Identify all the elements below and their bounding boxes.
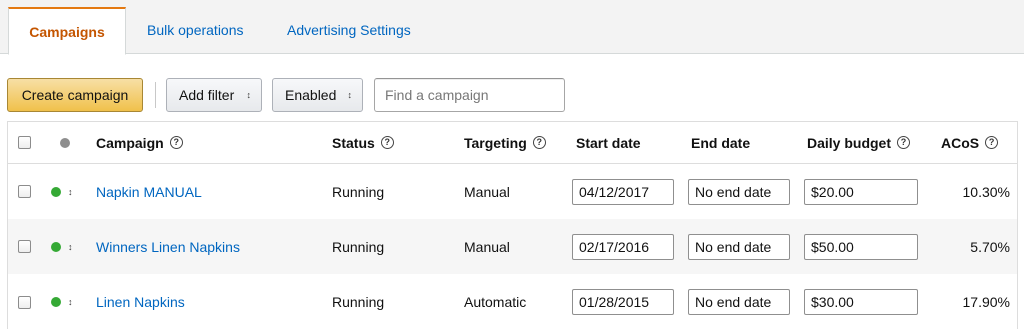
- end-date-input[interactable]: [688, 233, 790, 260]
- select-all-cell: [18, 122, 31, 163]
- campaign-status: Running: [332, 294, 385, 310]
- sort-updown-icon: ↕: [246, 90, 252, 100]
- column-end-date[interactable]: End date: [691, 122, 750, 163]
- updown-arrow-icon: ↕: [68, 241, 73, 252]
- daily-budget-input[interactable]: [804, 233, 918, 260]
- campaign-targeting: Manual: [464, 238, 510, 255]
- acos-value: 17.90%: [962, 294, 1010, 310]
- start-date-cell: [572, 219, 674, 274]
- campaign-name-link[interactable]: Napkin MANUAL: [96, 164, 202, 219]
- row-select-cell: [18, 219, 31, 274]
- campaign-targeting: Automatic: [464, 294, 527, 310]
- row-status-toggle[interactable]: ↕: [51, 274, 73, 329]
- tab-bulk-operations[interactable]: Bulk operations: [147, 7, 244, 54]
- row-status-toggle[interactable]: ↕: [51, 164, 73, 219]
- campaign-targeting: Manual: [464, 183, 510, 200]
- enabled-dot-icon: [51, 186, 61, 197]
- tab-advertising-settings[interactable]: Advertising Settings: [287, 7, 411, 54]
- end-date-cell: [688, 164, 790, 219]
- column-daily-budget-label: Daily budget: [807, 134, 892, 151]
- acos-value: 10.30%: [962, 183, 1010, 200]
- row-checkbox[interactable]: [18, 185, 31, 198]
- column-start-date[interactable]: Start date: [576, 122, 641, 163]
- table-row: ↕ Winners Linen Napkins Running Manual 5…: [8, 219, 1017, 274]
- table-row: ↕ Napkin MANUAL Running Manual 10.30%: [8, 164, 1017, 219]
- help-icon[interactable]: ?: [532, 136, 546, 149]
- column-acos[interactable]: ACoS?: [941, 122, 999, 163]
- column-start-date-label: Start date: [576, 134, 641, 151]
- column-targeting-label: Targeting: [464, 134, 527, 151]
- start-date-input[interactable]: [572, 233, 674, 260]
- campaign-name-link[interactable]: Winners Linen Napkins: [96, 219, 240, 274]
- column-campaign-label: Campaign: [96, 134, 164, 151]
- updown-arrow-icon: ↕: [68, 297, 73, 307]
- help-icon[interactable]: ?: [169, 136, 183, 149]
- sort-updown-icon: ↕: [347, 90, 353, 100]
- column-acos-label: ACoS: [941, 134, 980, 151]
- budget-cell: [804, 274, 918, 329]
- enabled-dot-icon: [51, 241, 61, 252]
- enabled-dot-icon: [51, 297, 61, 307]
- campaign-name-link[interactable]: Linen Napkins: [96, 274, 185, 329]
- column-status-label: Status: [332, 134, 375, 151]
- create-campaign-button[interactable]: Create campaign: [7, 78, 143, 112]
- column-targeting[interactable]: Targeting?: [464, 122, 546, 163]
- budget-cell: [804, 219, 918, 274]
- help-icon[interactable]: ?: [897, 136, 911, 149]
- help-icon[interactable]: ?: [380, 136, 394, 149]
- start-date-input[interactable]: [572, 289, 674, 315]
- start-date-cell: [572, 164, 674, 219]
- status-dot-header: [60, 122, 70, 163]
- acos-value: 5.70%: [970, 238, 1010, 255]
- campaign-status: Running: [332, 238, 385, 255]
- tab-bar: Campaigns Bulk operations Advertising Se…: [0, 0, 1024, 55]
- row-checkbox[interactable]: [18, 295, 31, 309]
- add-filter-button[interactable]: Add filter ↕: [166, 78, 262, 112]
- daily-budget-input[interactable]: [804, 178, 918, 205]
- select-all-checkbox[interactable]: [18, 136, 31, 149]
- row-select-cell: [18, 274, 31, 329]
- column-end-date-label: End date: [691, 134, 751, 151]
- start-date-cell: [572, 274, 674, 329]
- end-date-cell: [688, 219, 790, 274]
- table-header: Campaign? Status? Targeting? Start date …: [8, 122, 1017, 164]
- campaigns-table: Campaign? Status? Targeting? Start date …: [7, 121, 1018, 329]
- tab-campaigns[interactable]: Campaigns: [8, 7, 126, 55]
- column-campaign[interactable]: Campaign?: [96, 122, 183, 163]
- add-filter-label: Add filter: [179, 87, 235, 103]
- daily-budget-input[interactable]: [804, 289, 918, 315]
- row-status-toggle[interactable]: ↕: [51, 219, 73, 274]
- row-select-cell: [18, 164, 31, 219]
- enabled-filter-dropdown[interactable]: Enabled ↕: [272, 78, 363, 112]
- table-row: ↕ Linen Napkins Running Automatic 17.90%: [8, 274, 1017, 329]
- toolbar-divider: [155, 82, 156, 108]
- end-date-input[interactable]: [688, 178, 790, 205]
- campaign-status: Running: [332, 183, 385, 200]
- start-date-input[interactable]: [572, 178, 674, 205]
- column-daily-budget[interactable]: Daily budget?: [807, 122, 911, 163]
- row-checkbox[interactable]: [18, 240, 31, 253]
- help-icon[interactable]: ?: [985, 136, 999, 149]
- column-status[interactable]: Status?: [332, 122, 394, 163]
- end-date-cell: [688, 274, 790, 329]
- status-dot-icon: [60, 137, 70, 148]
- enabled-filter-label: Enabled: [285, 87, 337, 103]
- budget-cell: [804, 164, 918, 219]
- end-date-input[interactable]: [688, 289, 790, 315]
- updown-arrow-icon: ↕: [68, 186, 73, 197]
- campaign-search-input[interactable]: [374, 78, 565, 112]
